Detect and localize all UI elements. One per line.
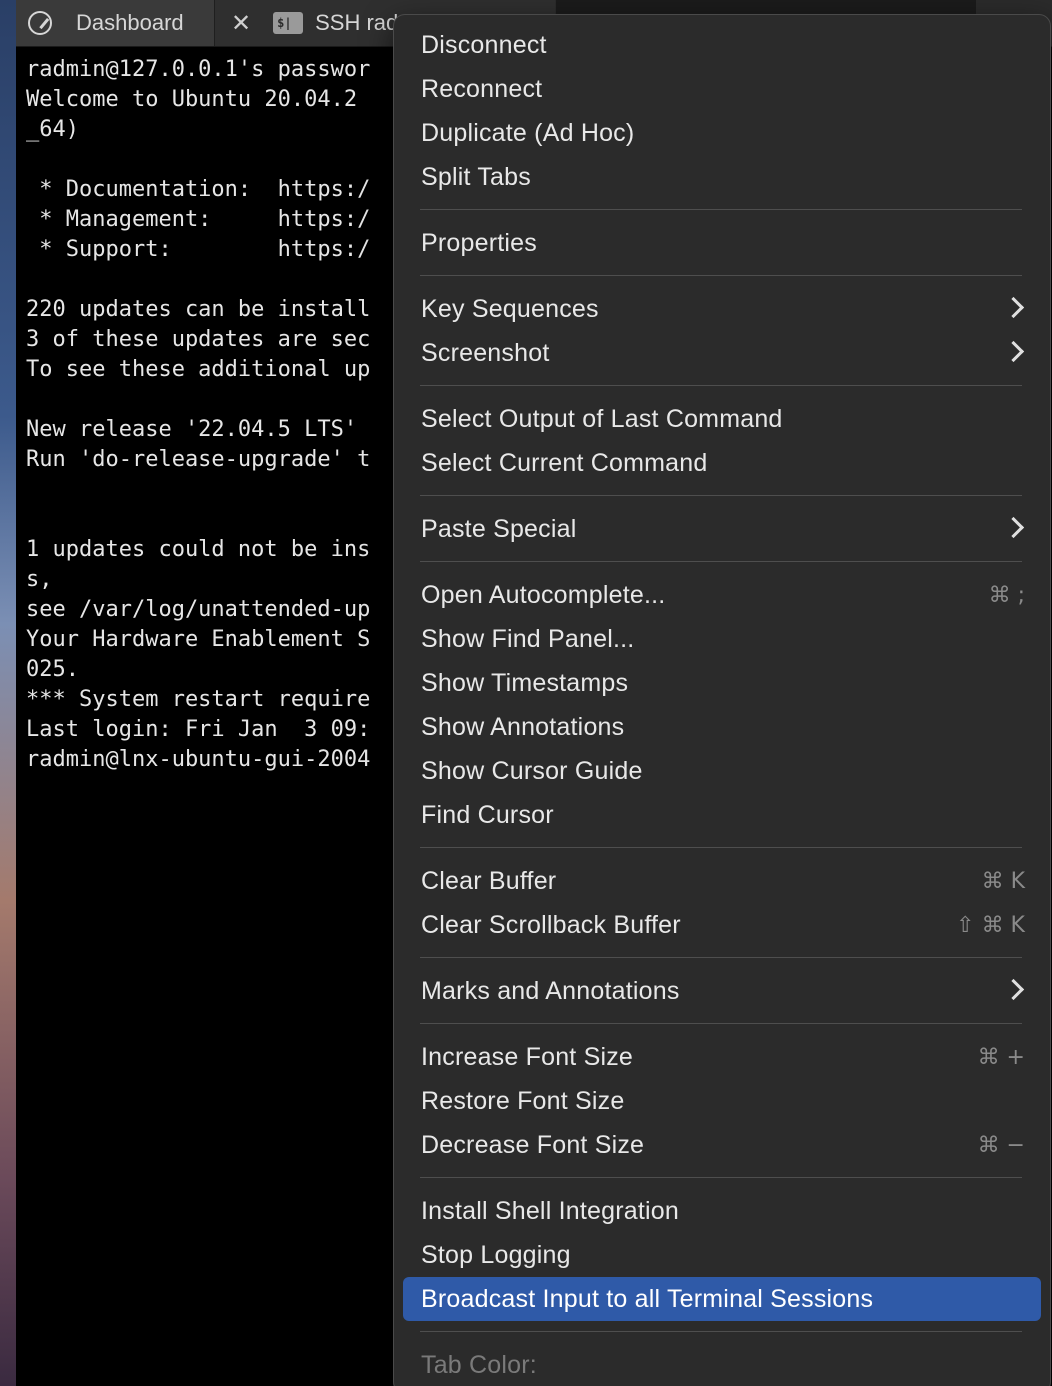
tab-dashboard[interactable]: Dashboard — [16, 0, 215, 46]
menu-item-label: Show Timestamps — [421, 668, 629, 697]
menu-item-show-timestamps[interactable]: Show Timestamps — [403, 661, 1041, 705]
terminal-line: Your Hardware Enablement S — [26, 627, 371, 652]
menu-item-screenshot[interactable]: Screenshot — [403, 331, 1041, 375]
terminal-line: 025. — [26, 657, 79, 682]
menu-item-shortcut: ⇧ ⌘ K — [956, 912, 1025, 938]
menu-separator — [420, 495, 1022, 496]
desktop-wallpaper — [0, 0, 16, 1386]
menu-item-duplicate-ad-hoc[interactable]: Duplicate (Ad Hoc) — [403, 111, 1041, 155]
menu-item-label: Show Annotations — [421, 712, 625, 741]
menu-item-marks-and-annotations[interactable]: Marks and Annotations — [403, 969, 1041, 1013]
menu-item-select-output-of-last-command[interactable]: Select Output of Last Command — [403, 397, 1041, 441]
menu-item-label: Key Sequences — [421, 294, 599, 323]
menu-separator — [420, 847, 1022, 848]
terminal-line: see /var/log/unattended-up — [26, 597, 371, 622]
menu-item-shortcut: ⌘ − — [977, 1132, 1025, 1158]
menu-item-disconnect[interactable]: Disconnect — [403, 23, 1041, 67]
menu-item-label: Decrease Font Size — [421, 1130, 645, 1159]
menu-item-label: Clear Buffer — [421, 866, 557, 895]
menu-separator — [420, 561, 1022, 562]
terminal-line: *** System restart require — [26, 687, 371, 712]
menu-item-label: Show Find Panel... — [421, 624, 635, 653]
menu-item-label: Split Tabs — [421, 162, 531, 191]
menu-item-increase-font-size[interactable]: Increase Font Size ⌘ + — [403, 1035, 1041, 1079]
menu-separator — [420, 275, 1022, 276]
menu-item-label: Paste Special — [421, 514, 577, 543]
menu-item-clear-buffer[interactable]: Clear Buffer ⌘ K — [403, 859, 1041, 903]
menu-item-find-cursor[interactable]: Find Cursor — [403, 793, 1041, 837]
terminal-line: * Management: https:/ — [26, 207, 371, 232]
menu-item-reconnect[interactable]: Reconnect — [403, 67, 1041, 111]
menu-separator — [420, 957, 1022, 958]
menu-item-show-annotations[interactable]: Show Annotations — [403, 705, 1041, 749]
menu-item-label: Increase Font Size — [421, 1042, 634, 1071]
terminal-line: Welcome to Ubuntu 20.04.2 — [26, 87, 371, 112]
menu-item-show-find-panel[interactable]: Show Find Panel... — [403, 617, 1041, 661]
menu-item-label: Find Cursor — [421, 800, 554, 829]
terminal-line: 3 of these updates are sec — [26, 327, 371, 352]
menu-item-select-current-command[interactable]: Select Current Command — [403, 441, 1041, 485]
dashboard-gauge-icon — [28, 11, 52, 35]
menu-item-decrease-font-size[interactable]: Decrease Font Size ⌘ − — [403, 1123, 1041, 1167]
menu-item-label: Disconnect — [421, 30, 547, 59]
menu-item-label: Install Shell Integration — [421, 1196, 679, 1225]
terminal-icon: $| — [273, 12, 304, 34]
terminal-line: New release '22.04.5 LTS' — [26, 417, 371, 442]
menu-separator — [420, 385, 1022, 386]
menu-item-restore-font-size[interactable]: Restore Font Size — [403, 1079, 1041, 1123]
menu-item-install-shell-integration[interactable]: Install Shell Integration — [403, 1189, 1041, 1233]
menu-item-shortcut: ⌘ K — [981, 868, 1025, 894]
context-menu: Disconnect Reconnect Duplicate (Ad Hoc) … — [393, 14, 1051, 1386]
menu-separator — [420, 209, 1022, 210]
close-tab-icon[interactable]: ✕ — [231, 9, 251, 38]
terminal-line: radmin@127.0.0.1's passwor — [26, 57, 371, 82]
menu-item-shortcut: ⌘ + — [977, 1044, 1025, 1070]
tab-ssh-label: SSH rad — [315, 10, 399, 35]
menu-item-show-cursor-guide[interactable]: Show Cursor Guide — [403, 749, 1041, 793]
submenu-chevron-icon — [1002, 296, 1025, 319]
terminal-line: _64) — [26, 117, 79, 142]
menu-item-open-autocomplete[interactable]: Open Autocomplete... ⌘ ; — [403, 573, 1041, 617]
menu-item-label: Reconnect — [421, 74, 543, 103]
menu-separator — [420, 1023, 1022, 1024]
submenu-chevron-icon — [1002, 516, 1025, 539]
menu-item-properties[interactable]: Properties — [403, 221, 1041, 265]
submenu-chevron-icon — [1002, 978, 1025, 1001]
menu-item-label: Select Output of Last Command — [421, 404, 783, 433]
menu-separator — [420, 1331, 1022, 1332]
menu-item-split-tabs[interactable]: Split Tabs — [403, 155, 1041, 199]
menu-item-key-sequences[interactable]: Key Sequences — [403, 287, 1041, 331]
submenu-chevron-icon — [1002, 340, 1025, 363]
menu-separator — [420, 1177, 1022, 1178]
menu-item-label: Clear Scrollback Buffer — [421, 910, 681, 939]
menu-item-shortcut: ⌘ ; — [988, 582, 1025, 608]
menu-item-broadcast-input[interactable]: Broadcast Input to all Terminal Sessions — [403, 1277, 1041, 1321]
menu-item-label: Marks and Annotations — [421, 976, 680, 1005]
terminal-line: Run 'do-release-upgrade' t — [26, 447, 371, 472]
menu-item-label: Tab Color: — [421, 1350, 537, 1379]
menu-item-label: Properties — [421, 228, 537, 257]
terminal-line: 220 updates can be install — [26, 297, 371, 322]
tab-dashboard-label: Dashboard — [76, 10, 184, 35]
menu-item-label: Show Cursor Guide — [421, 756, 643, 785]
terminal-line: To see these additional up — [26, 357, 371, 382]
menu-item-clear-scrollback-buffer[interactable]: Clear Scrollback Buffer ⇧ ⌘ K — [403, 903, 1041, 947]
menu-item-label: Screenshot — [421, 338, 550, 367]
terminal-line: * Documentation: https:/ — [26, 177, 371, 202]
menu-item-paste-special[interactable]: Paste Special — [403, 507, 1041, 551]
screen: Dashboard ✕ $| SSH rad radmin@127.0.0.1'… — [0, 0, 1052, 1386]
terminal-line: 1 updates could not be ins — [26, 537, 371, 562]
terminal-line: * Support: https:/ — [26, 237, 371, 262]
menu-item-label: Open Autocomplete... — [421, 580, 666, 609]
menu-item-label: Stop Logging — [421, 1240, 571, 1269]
menu-item-label: Broadcast Input to all Terminal Sessions — [421, 1284, 874, 1313]
menu-item-label: Duplicate (Ad Hoc) — [421, 118, 635, 147]
terminal-line: s, — [26, 567, 53, 592]
menu-item-tab-color: Tab Color: — [403, 1343, 1041, 1386]
terminal-line: Last login: Fri Jan 3 09: — [26, 717, 371, 742]
terminal-line: radmin@lnx-ubuntu-gui-2004 — [26, 747, 371, 772]
menu-item-label: Select Current Command — [421, 448, 708, 477]
menu-item-label: Restore Font Size — [421, 1086, 625, 1115]
menu-item-stop-logging[interactable]: Stop Logging — [403, 1233, 1041, 1277]
